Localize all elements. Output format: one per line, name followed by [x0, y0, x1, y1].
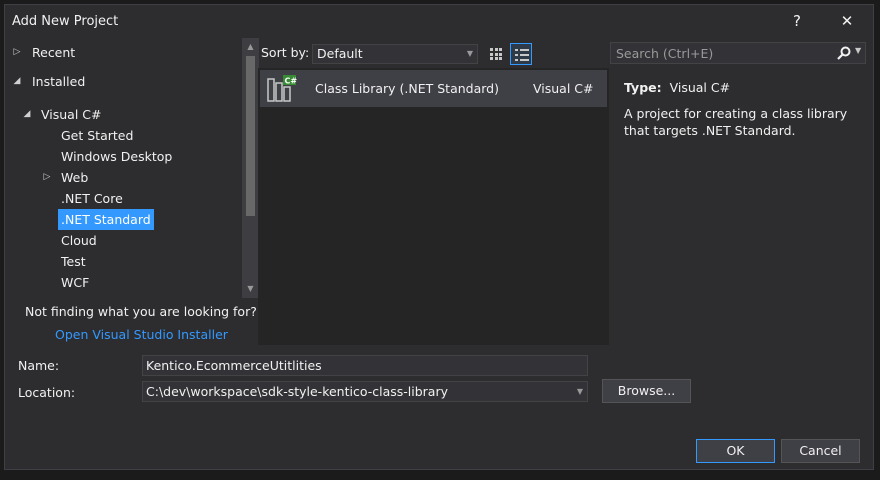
location-input-value: C:\dev\workspace\sdk-style-kentico-class… [146, 384, 448, 399]
template-list: C# Class Library (.NET Standard) Visual … [258, 68, 609, 345]
search-icon[interactable] [837, 46, 851, 60]
template-item-class-library[interactable]: C# Class Library (.NET Standard) Visual … [260, 70, 607, 107]
type-line: Type: Visual C# [624, 80, 730, 95]
expand-arrow-icon[interactable]: ▷ [11, 42, 23, 63]
tree-item-label: Cloud [61, 233, 97, 248]
tree-scrollbar[interactable]: ▲ ▼ [242, 38, 259, 298]
name-input[interactable]: Kentico.EcommerceUtitlities [142, 355, 588, 376]
tree-item-label-selected: .NET Standard [58, 209, 154, 230]
cancel-button[interactable]: Cancel [781, 439, 860, 463]
type-value: Visual C# [669, 80, 731, 95]
sort-by-dropdown[interactable]: Default ▼ [312, 44, 478, 64]
add-new-project-dialog: Add New Project ? ✕ ▷ Recent ◢ Installed… [4, 4, 874, 470]
dialog-title: Add New Project [12, 14, 119, 29]
sort-by-label: Sort by: [261, 45, 310, 60]
close-button[interactable]: ✕ [827, 7, 867, 35]
grid-view-icon [490, 48, 502, 60]
tree-item-label: Windows Desktop [61, 149, 173, 164]
expand-arrow-icon[interactable]: ▷ [41, 167, 53, 188]
close-icon: ✕ [840, 12, 854, 30]
sort-toolbar: Sort by: Default ▼ [261, 41, 607, 65]
class-library-icon: C# [267, 75, 298, 102]
location-combobox[interactable]: C:\dev\workspace\sdk-style-kentico-class… [142, 381, 588, 402]
small-icons-view-button[interactable] [485, 43, 507, 65]
template-name: Class Library (.NET Standard) [315, 81, 499, 96]
tree-item-label: Recent [32, 45, 76, 60]
template-description: A project for creating a class library t… [624, 106, 848, 138]
template-language: Visual C# [533, 81, 594, 96]
chevron-down-icon[interactable]: ▼ [577, 382, 583, 401]
sort-by-value: Default [317, 46, 363, 61]
collapse-arrow-icon[interactable]: ◢ [11, 71, 23, 92]
chevron-down-icon[interactable]: ▼ [855, 46, 861, 55]
tree-item-label: .NET Core [61, 191, 123, 206]
tree-item-label: Get Started [61, 128, 134, 143]
tree-item-label: Test [61, 254, 86, 269]
scroll-up-arrow-icon[interactable]: ▲ [242, 40, 259, 54]
type-label: Type: [624, 80, 662, 95]
collapse-arrow-icon[interactable]: ◢ [21, 104, 33, 125]
search-box[interactable]: Search (Ctrl+E) ▼ [610, 42, 866, 64]
list-view-button[interactable] [510, 43, 532, 65]
list-view-icon [515, 48, 529, 62]
chevron-down-icon: ▼ [466, 49, 473, 58]
tree-item-recent[interactable]: ▷ Recent [11, 42, 236, 63]
tree-item-label: WCF [61, 275, 90, 290]
open-installer-link[interactable]: Open Visual Studio Installer [55, 327, 228, 342]
tree-item-label: Installed [32, 74, 86, 89]
location-label: Location: [18, 385, 76, 400]
title-bar: Add New Project ? ✕ [5, 5, 873, 37]
not-finding-text: Not finding what you are looking for? [25, 304, 257, 319]
tree-item-label: Visual C# [41, 107, 102, 122]
search-placeholder: Search (Ctrl+E) [616, 46, 714, 61]
tree-item-installed[interactable]: ◢ Installed [11, 71, 236, 92]
ok-button[interactable]: OK [696, 439, 775, 463]
template-category-tree: ▷ Recent ◢ Installed ◢ Visual C# Get Sta… [8, 38, 259, 298]
help-button[interactable]: ? [777, 7, 817, 35]
name-label: Name: [18, 358, 60, 373]
tree-item-label: Web [61, 170, 89, 185]
tree-item-visual-csharp[interactable]: ◢ Visual C# [21, 104, 236, 125]
browse-button[interactable]: Browse... [602, 379, 691, 403]
name-input-value: Kentico.EcommerceUtitlities [146, 358, 322, 373]
scrollbar-thumb[interactable] [246, 56, 255, 216]
svg-text:C#: C# [285, 77, 298, 86]
tree-item-web[interactable]: ▷ Web [41, 167, 191, 188]
scroll-down-arrow-icon[interactable]: ▼ [242, 282, 259, 296]
